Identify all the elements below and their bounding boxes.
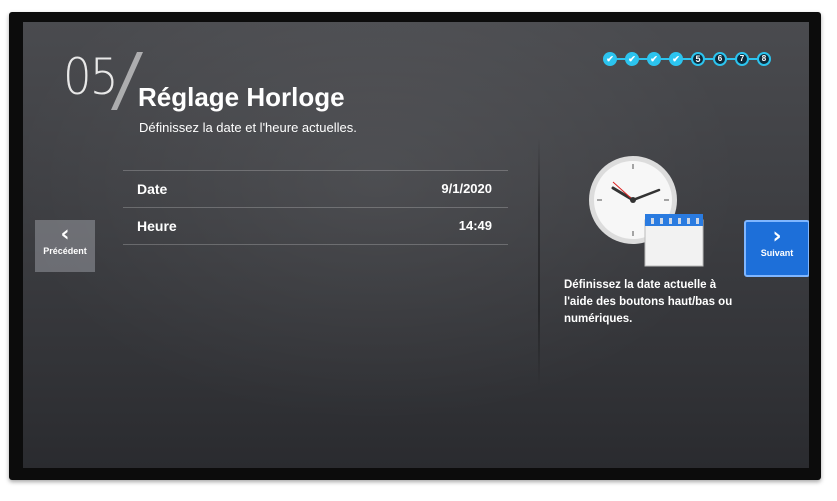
page-title: Réglage Horloge [138,82,345,112]
step-4-done: ✔ [669,52,683,66]
step-7: 7 [735,52,749,66]
step-1-done: ✔ [603,52,617,66]
clock-calendar-illustration [589,156,704,267]
time-label: Heure [137,218,177,234]
time-row[interactable]: Heure 14:49 [123,207,508,244]
next-button[interactable]: › Suivant [744,220,809,277]
help-text: Définissez la date actuelle à l'aide des… [564,279,733,325]
step-progress: ✔ ✔ ✔ ✔ 5 6 7 8 [603,52,778,68]
row-divider [123,244,508,245]
setup-screen: 05 Réglage Horloge Définissez la date et… [23,22,809,468]
chevron-right-icon: › [772,224,782,249]
step-5-current: 5 [691,52,705,66]
step-3-done: ✔ [647,52,661,66]
chevron-left-icon: ‹ [60,222,70,247]
tv-bezel: 05 Réglage Horloge Définissez la date et… [9,12,821,480]
step-2-done: ✔ [625,52,639,66]
step-number: 05 [63,48,118,106]
time-value[interactable]: 14:49 [459,218,492,233]
date-row[interactable]: Date 9/1/2020 [123,170,508,207]
step-6: 6 [713,52,727,66]
panel-divider [538,137,540,387]
date-label: Date [137,181,168,197]
previous-button[interactable]: ‹ Précédent [35,220,95,272]
step-8: 8 [757,52,771,66]
calendar-icon [644,214,704,267]
date-value[interactable]: 9/1/2020 [441,181,492,196]
page-subtitle: Définissez la date et l'heure actuelles. [139,120,357,135]
previous-label: Précédent [43,246,87,256]
next-label: Suivant [760,248,794,258]
